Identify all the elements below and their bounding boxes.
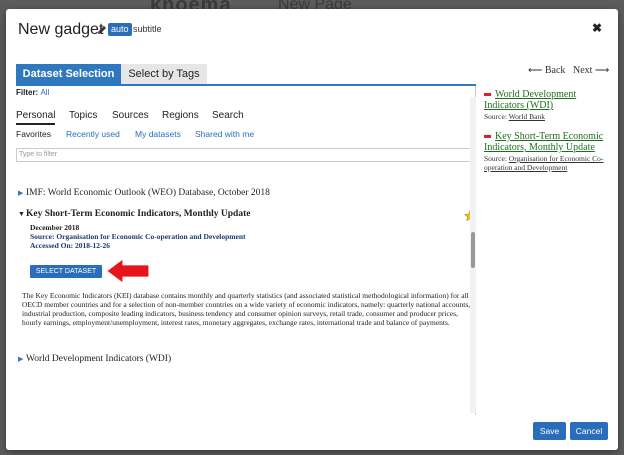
dataset-label: Key Short-Term Economic Indicators, Mont… — [26, 209, 251, 219]
dialog-title: New gadget — [18, 21, 104, 38]
red-arrow-annotation-icon — [107, 259, 149, 283]
subtab-personal[interactable]: Personal — [16, 110, 56, 125]
scrollbar-thumb[interactable] — [471, 232, 475, 268]
dataset-meta: December 2018 Source: Organisation for E… — [30, 223, 246, 250]
category-recently-used[interactable]: Recently used — [66, 129, 120, 139]
source-prefix: Source: — [484, 154, 507, 163]
select-dataset-button[interactable]: SELECT DATASET — [30, 265, 102, 278]
selected-item: Key Short-Term Economic Indicators, Mont… — [484, 131, 614, 172]
back-label: Back — [544, 65, 566, 76]
arrow-left-icon: ⟵ — [528, 65, 543, 76]
selected-title: Key Short-Term Economic Indicators, Mont… — [484, 131, 604, 153]
next-button[interactable]: Next ⟶ — [573, 65, 609, 76]
auto-badge[interactable]: auto — [108, 23, 132, 36]
arrow-right-icon: ⟶ — [594, 65, 610, 76]
dataset-description: The Key Economic Indicators (KEI) databa… — [22, 291, 471, 327]
caret-down-icon: ▼ — [18, 210, 25, 218]
close-icon[interactable]: ✖ — [592, 21, 602, 35]
filter-all-link[interactable]: All — [40, 88, 49, 97]
dataset-accessed: Accessed On: 2018-12-26 — [30, 241, 110, 250]
source-prefix: Source: — [484, 112, 507, 121]
source-link[interactable]: World Bank — [509, 112, 545, 121]
pencil-icon[interactable] — [96, 24, 108, 36]
caret-right-icon: ▶ — [18, 355, 24, 363]
dataset-label: IMF: World Economic Outlook (WEO) Databa… — [26, 188, 270, 198]
dataset-item-kei[interactable]: ▼Key Short-Term Economic Indicators, Mon… — [18, 209, 250, 219]
selected-source: Source: Organisation for Economic Co-ope… — [484, 154, 614, 172]
dialog-footer: Save Cancel — [6, 415, 618, 450]
dataset-item-weo[interactable]: ▶ IMF: World Economic Outlook (WEO) Datab… — [18, 188, 270, 198]
dataset-date: December 2018 — [30, 223, 80, 232]
dataset-source: Source: Organisation for Economic Co-ope… — [30, 232, 246, 241]
cancel-button[interactable]: Cancel — [570, 422, 608, 440]
subtab-sources[interactable]: Sources — [112, 110, 149, 121]
selected-title-link[interactable]: Key Short-Term Economic Indicators, Mont… — [484, 131, 614, 153]
dataset-browser: Filter: All Personal Topics Sources Regi… — [16, 86, 476, 415]
caret-right-icon: ▶ — [18, 189, 24, 197]
subtab-regions[interactable]: Regions — [162, 110, 199, 121]
save-button[interactable]: Save — [533, 422, 566, 440]
filter-row: Filter: All — [16, 88, 49, 97]
dataset-item-wdi[interactable]: ▶ World Development Indicators (WDI) — [18, 354, 171, 364]
subtab-search[interactable]: Search — [212, 110, 244, 121]
filter-input[interactable]: Type to filter — [16, 148, 476, 162]
category-favorites[interactable]: Favorites — [16, 129, 51, 139]
dialog-header: New gadget auto subtitle ✖ — [6, 9, 618, 53]
back-button[interactable]: ⟵ Back — [528, 65, 565, 76]
category-shared-with-me[interactable]: Shared with me — [195, 129, 254, 139]
next-label: Next — [573, 65, 593, 76]
selected-source: Source: World Bank — [484, 112, 614, 121]
new-gadget-dialog: New gadget auto subtitle ✖ Dataset Selec… — [6, 9, 618, 450]
remove-icon[interactable] — [484, 93, 491, 97]
selected-title: World Development Indicators (WDI) — [484, 89, 577, 111]
remove-icon[interactable] — [484, 135, 491, 139]
subtab-topics[interactable]: Topics — [69, 110, 97, 121]
filter-placeholder: Type to filter — [19, 151, 58, 158]
category-my-datasets[interactable]: My datasets — [135, 129, 181, 139]
tab-dataset-selection[interactable]: Dataset Selection — [16, 64, 121, 84]
selected-item: World Development Indicators (WDI) Sourc… — [484, 89, 614, 121]
subtitle-label[interactable]: subtitle — [133, 24, 162, 34]
dataset-label: World Development Indicators (WDI) — [26, 354, 172, 364]
selected-title-link[interactable]: World Development Indicators (WDI) — [484, 89, 614, 111]
filter-label: Filter: — [16, 88, 39, 97]
tab-select-by-tags[interactable]: Select by Tags — [121, 64, 207, 84]
scrollbar[interactable] — [470, 97, 476, 413]
